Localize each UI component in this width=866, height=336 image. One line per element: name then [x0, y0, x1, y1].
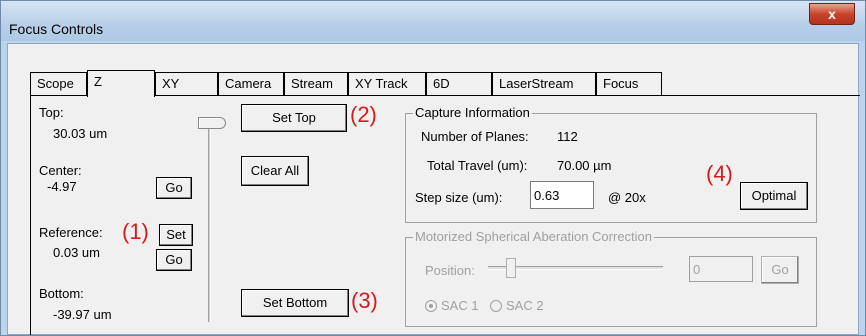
- optimal-button[interactable]: Optimal: [740, 182, 808, 210]
- annotation-2: (2): [350, 102, 377, 127]
- bottom-value: -39.97 um: [53, 307, 112, 322]
- reference-set-button[interactable]: Set: [159, 224, 193, 246]
- clear-all-button[interactable]: Clear All: [241, 156, 309, 186]
- capture-info-title: Capture Information: [413, 105, 532, 120]
- reference-go-button[interactable]: Go: [156, 249, 192, 271]
- reference-label: Reference:: [39, 225, 103, 240]
- z-slider-thumb[interactable]: [198, 117, 226, 129]
- focus-controls-window: Focus Controls x Scope Z XY Camera Strea…: [0, 0, 866, 336]
- position-label: Position:: [425, 263, 475, 278]
- tab-scope[interactable]: Scope: [30, 72, 87, 96]
- center-go-button[interactable]: Go: [156, 177, 192, 199]
- bottom-label: Bottom:: [39, 286, 84, 301]
- step-label: Step size (um):: [415, 190, 503, 205]
- sac1-radio[interactable]: [425, 300, 437, 312]
- position-go-button[interactable]: Go: [761, 256, 799, 284]
- tab-z[interactable]: Z: [87, 70, 155, 97]
- annotation-1: (1): [122, 219, 149, 244]
- sac-group: Motorized Spherical Aberation Correction: [405, 229, 817, 327]
- z-slider-track[interactable]: [208, 124, 211, 322]
- center-value: -4.97: [47, 179, 77, 194]
- tab-camera[interactable]: Camera: [218, 72, 284, 96]
- magnification-label: @ 20x: [608, 190, 646, 205]
- tab-stream[interactable]: Stream: [284, 72, 348, 96]
- tab-xy-track[interactable]: XY Track: [348, 72, 426, 96]
- window-title: Focus Controls: [9, 21, 104, 37]
- tab-laserstream[interactable]: LaserStream: [492, 72, 596, 96]
- planes-value: 112: [557, 129, 578, 144]
- title-bar[interactable]: Focus Controls x: [1, 1, 865, 41]
- close-button[interactable]: x: [809, 3, 855, 25]
- sac2-label: SAC 2: [506, 298, 544, 313]
- reference-value: 0.03 um: [53, 245, 100, 260]
- tab-xy[interactable]: XY: [155, 72, 218, 96]
- position-slider-thumb[interactable]: [506, 258, 516, 278]
- annotation-4: (4): [706, 161, 733, 186]
- sac-title: Motorized Spherical Aberation Correction: [413, 229, 655, 244]
- annotation-3: (3): [351, 288, 378, 313]
- planes-label: Number of Planes:: [421, 129, 529, 144]
- close-icon: x: [828, 6, 836, 22]
- step-size-input[interactable]: [530, 181, 594, 209]
- sac1-label: SAC 1: [441, 298, 479, 313]
- set-bottom-button[interactable]: Set Bottom: [241, 289, 349, 317]
- set-top-button[interactable]: Set Top: [241, 104, 347, 132]
- position-input[interactable]: [689, 256, 753, 282]
- sac2-radio[interactable]: [490, 300, 502, 312]
- center-label: Center:: [39, 163, 82, 178]
- travel-value: 70.00 µm: [557, 158, 612, 173]
- tab-focus[interactable]: Focus: [596, 72, 662, 96]
- top-value: 30.03 um: [53, 126, 108, 141]
- top-label: Top:: [39, 105, 64, 120]
- tab-6d[interactable]: 6D: [426, 72, 492, 96]
- travel-label: Total Travel (um):: [427, 158, 528, 173]
